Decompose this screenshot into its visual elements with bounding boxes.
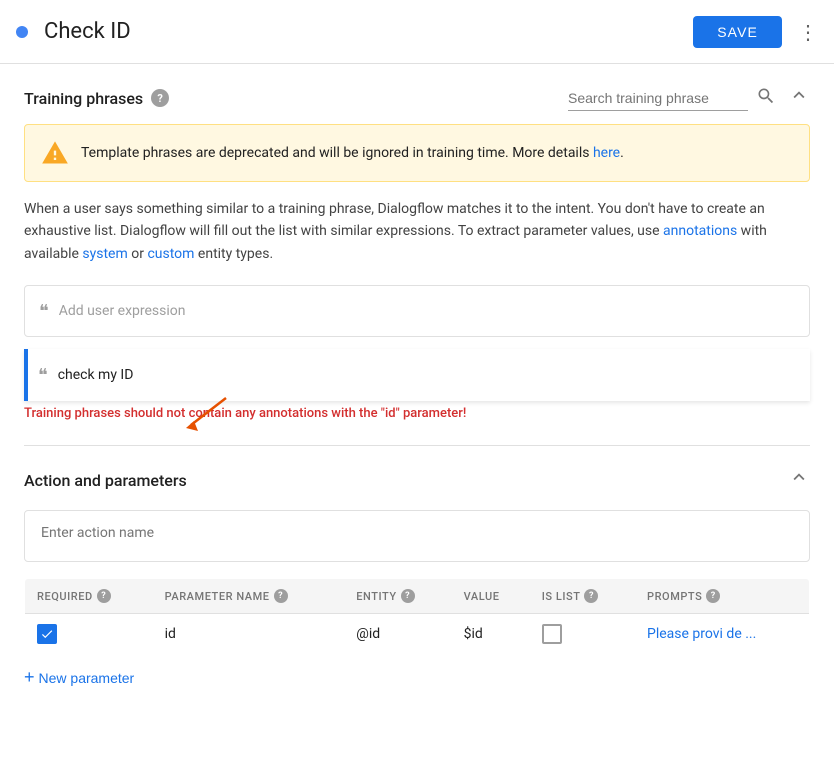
add-expression-box[interactable]: ❝ Add user expression	[24, 285, 810, 337]
required-checkbox[interactable]	[37, 624, 57, 644]
action-name-input[interactable]	[41, 525, 793, 541]
warning-triangle-icon	[41, 139, 69, 167]
more-options-icon[interactable]: ⋮	[798, 20, 818, 44]
cell-value: $id	[452, 614, 530, 655]
training-phrases-title: Training phrases	[24, 89, 143, 108]
active-quote-icon: ❝	[38, 365, 48, 386]
is-list-help-icon[interactable]: ?	[584, 589, 598, 603]
error-text-wrapper: Training phrases should not contain any …	[24, 401, 810, 421]
cell-is-list	[530, 614, 635, 655]
add-expression-placeholder: Add user expression	[59, 303, 186, 319]
status-dot	[16, 26, 28, 38]
cell-prompts: Please provi de ...	[635, 614, 809, 655]
cell-required	[25, 614, 153, 655]
col-value: VALUE	[452, 579, 530, 614]
warning-text: Template phrases are deprecated and will…	[81, 143, 624, 164]
warning-banner: Template phrases are deprecated and will…	[24, 124, 810, 182]
save-button[interactable]: SAVE	[693, 16, 782, 48]
quote-icon: ❝	[39, 301, 49, 322]
action-parameters-section: Action and parameters REQUIRED ?	[24, 446, 810, 688]
search-row	[568, 84, 810, 112]
collapse-action-section-icon[interactable]	[788, 466, 810, 494]
training-phrases-header: Training phrases ?	[24, 64, 810, 124]
search-icon[interactable]	[756, 86, 776, 111]
section-title-row: Training phrases ?	[24, 89, 169, 108]
info-text: When a user says something similar to a …	[24, 198, 810, 265]
required-help-icon[interactable]: ?	[97, 589, 111, 603]
cell-parameter-name: id	[153, 614, 345, 655]
new-parameter-label: New parameter	[39, 670, 135, 686]
system-link[interactable]: system	[82, 246, 127, 262]
new-parameter-button[interactable]: + New parameter	[24, 655, 134, 688]
warning-link[interactable]: here	[593, 145, 620, 161]
action-section-header: Action and parameters	[24, 466, 810, 494]
action-parameters-title: Action and parameters	[24, 471, 187, 490]
param-name-help-icon[interactable]: ?	[274, 589, 288, 603]
col-is-list: IS LIST ?	[530, 579, 635, 614]
active-expression-box[interactable]: ❝ check my ID	[24, 349, 810, 401]
page-title: Check ID	[44, 19, 693, 44]
cell-entity: @id	[344, 614, 451, 655]
collapse-training-phrases-icon[interactable]	[788, 84, 810, 112]
expression-text: check my ID	[58, 367, 134, 383]
custom-link[interactable]: custom	[147, 246, 194, 262]
col-parameter-name: PARAMETER NAME ?	[153, 579, 345, 614]
prompts-link[interactable]: Please provi de ...	[647, 626, 756, 642]
training-phrases-help-icon[interactable]: ?	[151, 89, 169, 107]
col-entity: ENTITY ?	[344, 579, 451, 614]
entity-help-icon[interactable]: ?	[401, 589, 415, 603]
search-training-phrase-input[interactable]	[568, 86, 748, 111]
table-row: id @id $id Please provi de ...	[25, 614, 810, 655]
is-list-checkbox[interactable]	[542, 624, 562, 644]
col-required: REQUIRED ?	[25, 579, 153, 614]
parameters-table: REQUIRED ? PARAMETER NAME ? ENTITY	[24, 578, 810, 655]
error-arrow-svg	[176, 393, 236, 433]
expression-error-container: ❝ check my ID Training phrases should no…	[24, 349, 810, 421]
table-header-row: REQUIRED ? PARAMETER NAME ? ENTITY	[25, 579, 810, 614]
prompts-help-icon[interactable]: ?	[706, 589, 720, 603]
error-message: Training phrases should not contain any …	[24, 402, 466, 425]
main-content: Training phrases ? Template phrases are …	[0, 64, 834, 712]
app-header: Check ID SAVE ⋮	[0, 0, 834, 64]
col-prompts: PROMPTS ?	[635, 579, 809, 614]
plus-icon: +	[24, 667, 35, 688]
annotations-link[interactable]: annotations	[663, 223, 737, 239]
action-name-box[interactable]	[24, 510, 810, 562]
